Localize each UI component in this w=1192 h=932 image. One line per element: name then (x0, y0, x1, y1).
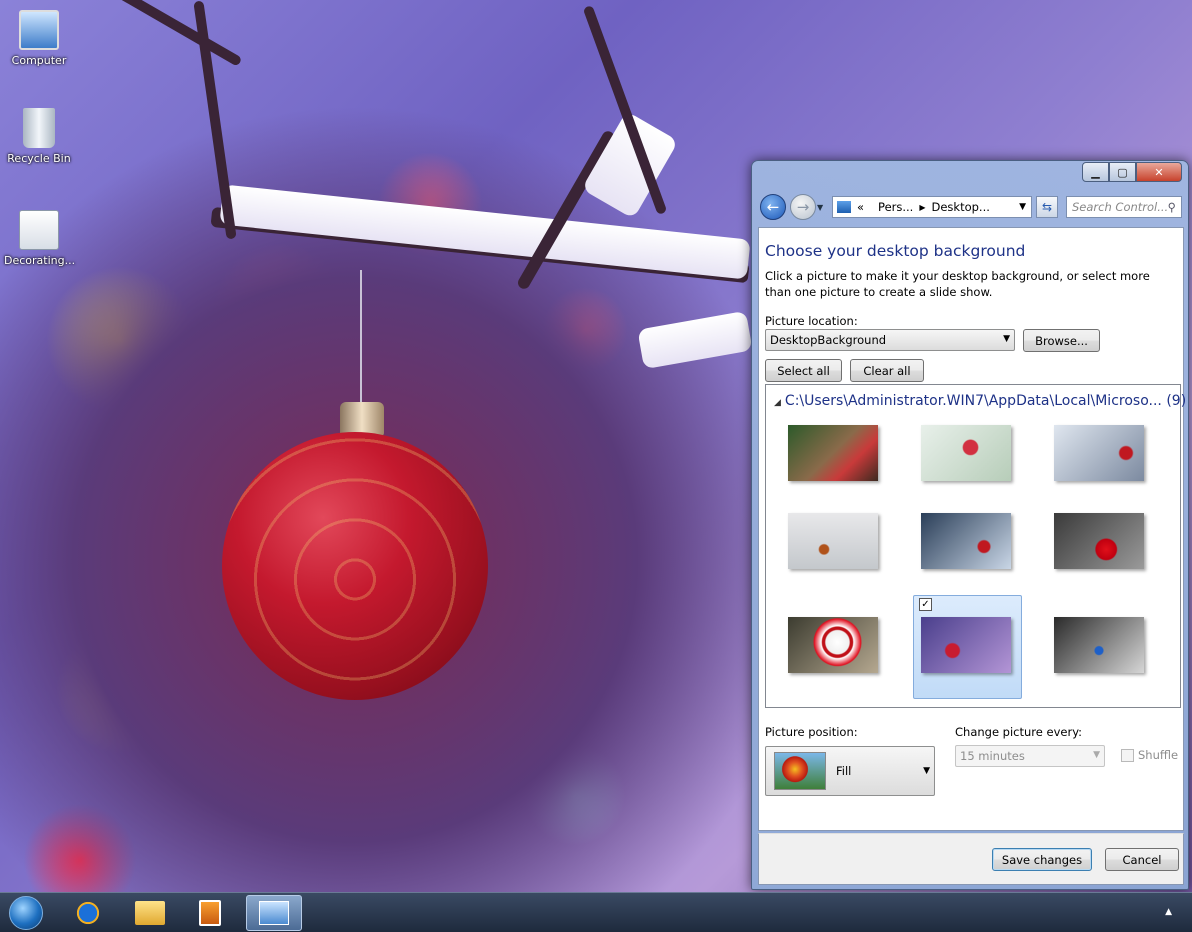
search-input[interactable]: Search Control... ⚲ (1066, 196, 1182, 218)
personalization-window: ▁ ▢ ✕ ← → ▼ « Pers... ▶ Desktop... ▼ ⇆ S… (751, 160, 1189, 890)
picture-position-value: Fill (836, 764, 852, 778)
taskbar-internet-explorer[interactable] (62, 895, 114, 931)
show-hidden-icons-icon[interactable]: ▲ (1165, 907, 1172, 917)
computer-icon (19, 10, 59, 50)
thumbnail-6[interactable] (1054, 513, 1144, 569)
address-bar[interactable]: « Pers... ▶ Desktop... ▼ (832, 196, 1032, 218)
picture-position-label: Picture position: (765, 725, 858, 739)
shuffle-checkbox[interactable] (1121, 749, 1134, 762)
taskbar-personalization[interactable] (246, 895, 302, 931)
desktop-icon-label: Recycle Bin (7, 152, 71, 165)
shuffle-label: Shuffle (1138, 748, 1179, 762)
taskbar: ▲ (0, 892, 1192, 932)
back-icon[interactable]: ← (760, 194, 786, 220)
desktop-icon-decorating[interactable]: Decorating... (4, 210, 76, 267)
change-picture-value: 15 minutes (960, 749, 1025, 763)
desktop-icon-recycle-bin[interactable]: Recycle Bin (4, 108, 74, 165)
personalization-icon (259, 901, 289, 925)
navigation-bar: ← → ▼ « Pers... ▶ Desktop... ▼ ⇆ Search … (758, 193, 1182, 221)
cancel-button[interactable]: Cancel (1105, 848, 1179, 871)
picture-location-select[interactable]: DesktopBackground ▼ (765, 329, 1015, 351)
recent-pages-chevron-down-icon[interactable]: ▼ (817, 203, 823, 212)
document-icon (19, 210, 59, 250)
desktop-icon-computer[interactable]: Computer (4, 10, 74, 67)
ornament (222, 432, 488, 700)
breadcrumb-item-personalization[interactable]: Pers... (878, 200, 913, 214)
thumbnail-9[interactable] (1054, 617, 1144, 673)
dialog-footer: Save changes Cancel (758, 833, 1184, 885)
refresh-icon[interactable]: ⇆ (1036, 196, 1058, 218)
picture-location-value: DesktopBackground (770, 333, 887, 347)
select-all-button[interactable]: Select all (765, 359, 842, 382)
thumbnail-4[interactable] (788, 513, 878, 569)
control-panel-icon (837, 201, 851, 213)
minimize-icon[interactable]: ▁ (1082, 162, 1109, 182)
start-button[interactable] (2, 895, 50, 931)
explorer-icon (135, 901, 165, 925)
taskbar-windows-explorer[interactable] (124, 895, 176, 931)
search-placeholder: Search Control... (1072, 200, 1169, 214)
thumbnail-8[interactable] (921, 617, 1011, 673)
desktop-icon-label: Decorating... (4, 254, 76, 267)
gallery-group-header[interactable]: ◢ C:\Users\Administrator.WIN7\AppData\Loc… (774, 393, 1186, 409)
recycle-bin-icon (23, 108, 55, 148)
page-description: Click a picture to make it your desktop … (765, 269, 1150, 299)
ornament-cap (340, 402, 384, 436)
save-changes-button[interactable]: Save changes (992, 848, 1092, 871)
search-icon: ⚲ (1167, 200, 1176, 214)
thumbnail-7[interactable] (788, 617, 878, 673)
forward-icon[interactable]: → (790, 194, 816, 220)
address-dropdown-chevron-down-icon[interactable]: ▼ (1019, 202, 1026, 212)
picture-gallery: ◢ C:\Users\Administrator.WIN7\AppData\Loc… (765, 384, 1186, 708)
picture-location-label: Picture location: (765, 314, 858, 328)
close-icon[interactable]: ✕ (1136, 162, 1182, 182)
taskbar-media-player[interactable] (184, 895, 236, 931)
collapse-chevron-icon: ◢ (774, 398, 781, 408)
thumbnail-5[interactable] (921, 513, 1011, 569)
media-player-icon (199, 900, 221, 926)
picture-position-select[interactable]: Fill ▼ (765, 746, 935, 796)
caption-buttons: ▁ ▢ ✕ (1082, 162, 1182, 182)
clear-all-button[interactable]: Clear all (850, 359, 924, 382)
breadcrumb-item-desktop-background[interactable]: Desktop... (932, 200, 990, 214)
thumbnail-8-checkbox[interactable]: ✓ (919, 598, 932, 611)
maximize-icon[interactable]: ▢ (1109, 162, 1136, 182)
change-picture-label: Change picture every: (955, 725, 1083, 739)
group-path: C:\Users\Administrator.WIN7\AppData\Loca… (784, 393, 1162, 409)
group-count: (9) (1166, 393, 1187, 409)
desktop-icon-label: Computer (11, 54, 67, 67)
thumbnail-1[interactable] (788, 425, 878, 481)
chevron-down-icon: ▼ (1003, 334, 1010, 344)
thumbnail-3[interactable] (1054, 425, 1144, 481)
start-orb-icon (9, 896, 43, 930)
thumbnail-2[interactable] (921, 425, 1011, 481)
change-picture-select[interactable]: 15 minutes ▼ (955, 745, 1105, 767)
internet-explorer-icon (74, 899, 102, 927)
breadcrumb-overflow[interactable]: « (857, 200, 864, 214)
browse-button[interactable]: Browse... (1023, 329, 1100, 352)
content-pane: Choose your desktop background Click a p… (758, 227, 1186, 831)
chevron-down-icon: ▼ (1093, 750, 1100, 760)
chevron-down-icon: ▼ (923, 766, 930, 776)
fill-preview-icon (774, 752, 826, 790)
page-title: Choose your desktop background (765, 242, 1026, 260)
